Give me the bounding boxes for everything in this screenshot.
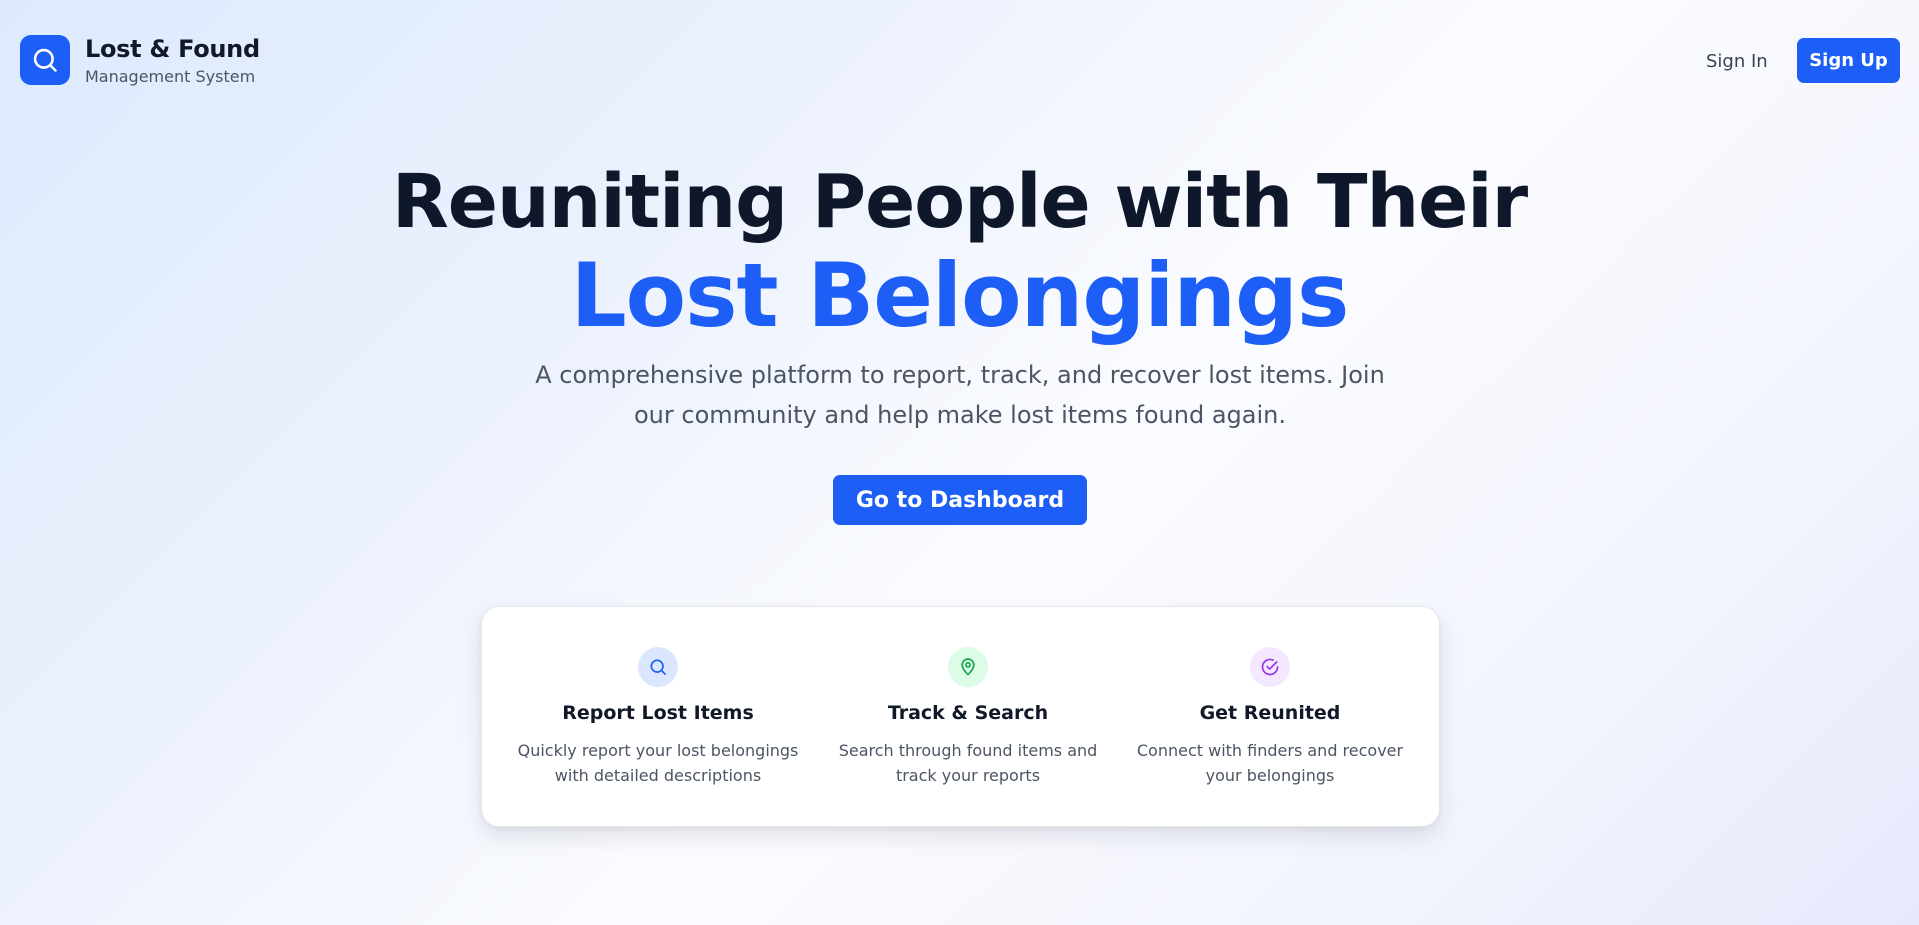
search-icon: [20, 35, 70, 85]
brand-title: Lost & Found: [85, 35, 260, 63]
brand[interactable]: Lost & Found Management System: [20, 34, 260, 87]
feature-title: Track & Search: [887, 702, 1049, 724]
feature-description: Search through found items and track you…: [838, 741, 1098, 785]
brand-text: Lost & Found Management System: [85, 34, 260, 87]
sign-up-button[interactable]: Sign Up: [1797, 38, 1900, 83]
hero-title: Reuniting People with Their: [391, 159, 1528, 245]
brand-subtitle: Management System: [85, 67, 256, 86]
check-circle-icon: [1250, 647, 1290, 687]
feature-description: Connect with finders and recover your be…: [1136, 741, 1404, 785]
feature-description: Quickly report your lost belongings with…: [517, 741, 799, 785]
features-card: Report Lost Items Quickly report your lo…: [481, 606, 1440, 827]
hero-description: A comprehensive platform to report, trac…: [535, 361, 1385, 429]
site-header: Lost & Found Management System Sign In S…: [0, 0, 1919, 120]
hero-title-accent: Lost Belongings: [570, 244, 1350, 347]
sign-in-button[interactable]: Sign In: [1690, 44, 1784, 80]
go-to-dashboard-button[interactable]: Go to Dashboard: [833, 475, 1087, 525]
map-pin-icon: [948, 647, 988, 687]
feature-title: Report Lost Items: [562, 702, 754, 724]
feature-title: Get Reunited: [1199, 702, 1341, 724]
search-icon: [638, 647, 678, 687]
